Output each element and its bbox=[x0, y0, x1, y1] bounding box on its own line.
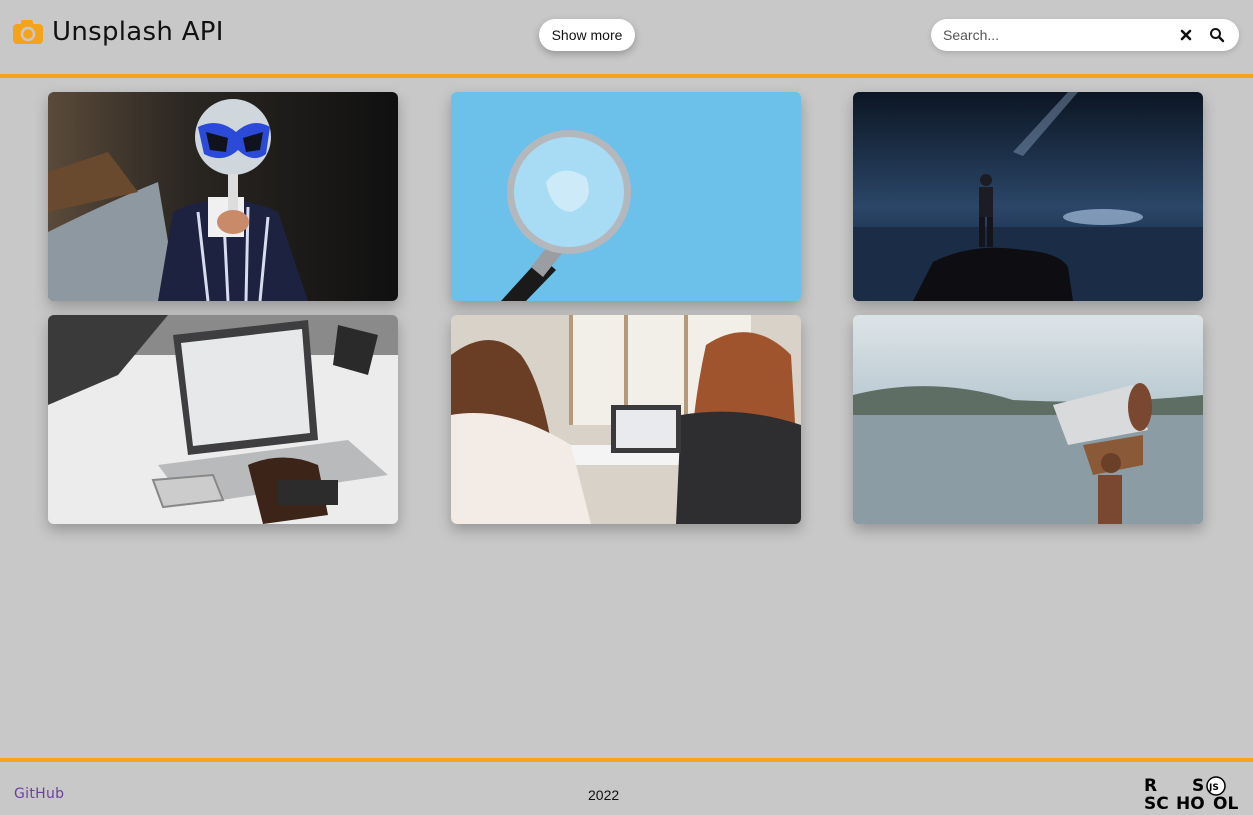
show-more-button[interactable]: Show more bbox=[539, 19, 635, 51]
app-title: Unsplash API bbox=[52, 17, 224, 47]
photo bbox=[451, 92, 801, 301]
svg-text:S: S bbox=[1192, 776, 1204, 796]
photo-card-laptop-search[interactable] bbox=[48, 315, 398, 524]
search-bar bbox=[931, 19, 1239, 51]
svg-text:JS: JS bbox=[1208, 783, 1219, 793]
photo-card-magnifier-man[interactable] bbox=[48, 92, 398, 301]
photo-card-two-women[interactable] bbox=[451, 315, 801, 524]
rs-school-logo[interactable]: R S SC HO OL JS bbox=[1143, 776, 1241, 814]
search-icon[interactable] bbox=[1209, 27, 1225, 43]
footer: GitHub 2022 R S SC HO OL JS bbox=[0, 758, 1253, 815]
photo bbox=[853, 315, 1203, 524]
photo bbox=[48, 315, 398, 524]
svg-text:SC: SC bbox=[1144, 794, 1169, 812]
search-input[interactable] bbox=[943, 19, 1173, 51]
photo bbox=[853, 92, 1203, 301]
camera-icon bbox=[12, 18, 44, 46]
footer-year: 2022 bbox=[588, 787, 620, 803]
svg-text:OL: OL bbox=[1213, 794, 1238, 812]
photo bbox=[48, 92, 398, 301]
app-logo[interactable]: Unsplash API bbox=[12, 17, 224, 47]
photo-card-magnifier-blue[interactable] bbox=[451, 92, 801, 301]
github-link[interactable]: GitHub bbox=[14, 786, 64, 802]
photo-card-night-lake[interactable] bbox=[853, 92, 1203, 301]
svg-text:R: R bbox=[1144, 776, 1157, 796]
photo-card-telescope-lake[interactable] bbox=[853, 315, 1203, 524]
svg-text:HO: HO bbox=[1176, 794, 1205, 812]
header: Unsplash API Show more bbox=[0, 0, 1253, 78]
photo bbox=[451, 315, 801, 524]
clear-icon[interactable] bbox=[1179, 28, 1193, 42]
